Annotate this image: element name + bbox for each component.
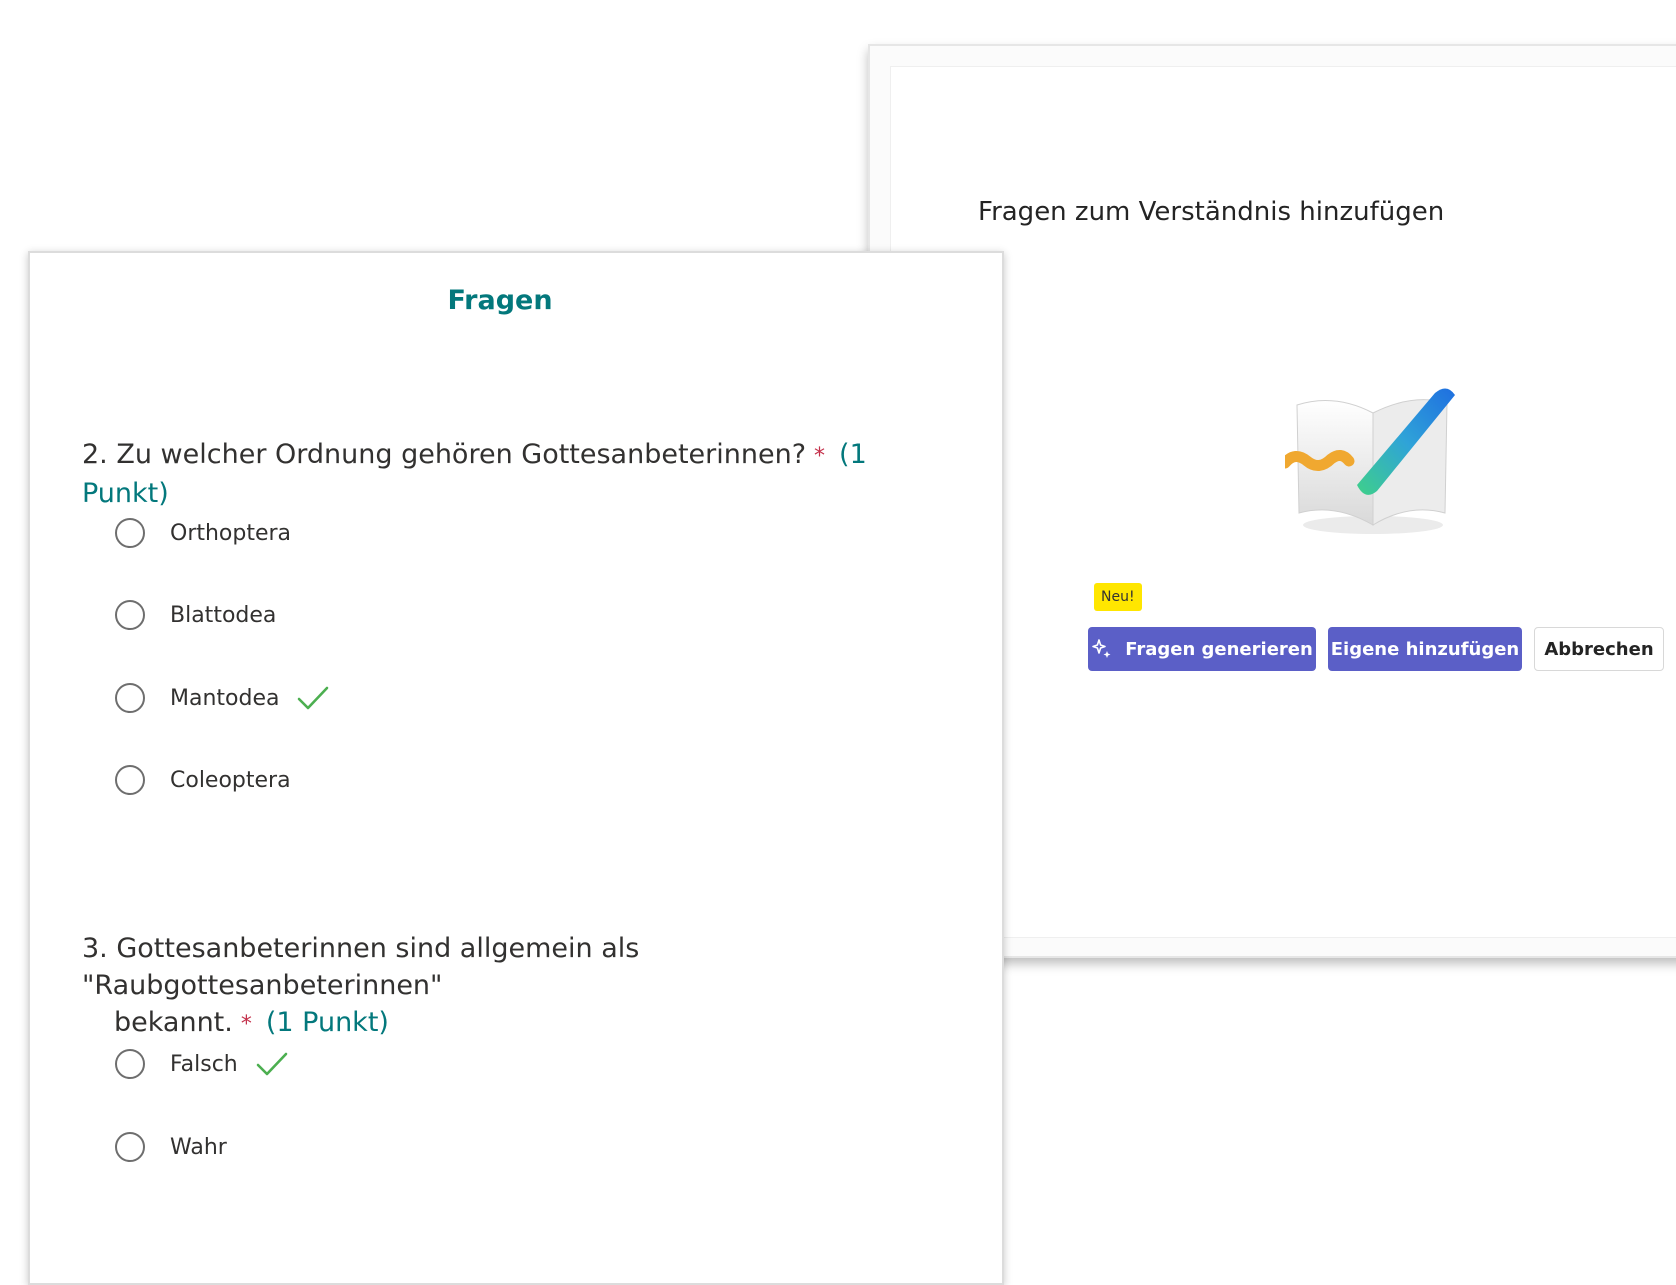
radio-button[interactable]: [115, 1132, 145, 1162]
option-label: Mantodea: [170, 685, 280, 711]
option-wahr[interactable]: Wahr: [115, 1129, 227, 1165]
option-orthoptera[interactable]: Orthoptera: [115, 515, 291, 551]
required-marker: *: [240, 1012, 252, 1037]
radio-button[interactable]: [115, 518, 145, 548]
option-label: Orthoptera: [170, 520, 292, 546]
question-number: 3.: [82, 933, 108, 964]
option-label: Wahr: [170, 1134, 227, 1160]
option-coleoptera[interactable]: Coleoptera: [115, 762, 291, 798]
option-label: Coleoptera: [170, 767, 291, 793]
option-blattodea[interactable]: Blattodea: [115, 597, 276, 633]
question-3: 3. Gottesanbeterinnen sind allgemein als…: [82, 930, 942, 1043]
generate-questions-button[interactable]: Fragen generieren: [1088, 627, 1316, 671]
question-text-line1: Gottesanbeterinnen sind allgemein als "R…: [82, 933, 640, 1001]
dialog-content: Fragen zum Verständnis hinzufügen: [890, 66, 1676, 938]
generate-questions-label: Fragen generieren: [1125, 638, 1313, 660]
cancel-button[interactable]: Abbrechen: [1534, 627, 1664, 671]
checkmark-icon: [256, 1051, 288, 1077]
question-text-line2: bekannt.: [114, 1007, 233, 1038]
book-pen-illustration: [1285, 388, 1455, 534]
required-marker: *: [814, 444, 826, 469]
option-label: Blattodea: [170, 602, 277, 628]
radio-button[interactable]: [115, 683, 145, 713]
radio-button[interactable]: [115, 600, 145, 630]
radio-button[interactable]: [115, 1049, 145, 1079]
question-2: 2. Zu welcher Ordnung gehören Gottesanbe…: [82, 436, 942, 512]
option-label: Falsch: [170, 1051, 238, 1077]
sparkle-icon: [1091, 638, 1113, 660]
checkmark-icon: [297, 685, 329, 711]
dialog-title: Fragen zum Verständnis hinzufügen: [978, 197, 1445, 227]
section-title: Fragen: [447, 285, 553, 316]
question-text: Zu welcher Ordnung gehören Gottesanbeter…: [116, 439, 807, 470]
radio-button[interactable]: [115, 765, 145, 795]
new-badge: Neu!: [1094, 583, 1142, 611]
question-points: (1 Punkt): [265, 1007, 389, 1038]
option-mantodea[interactable]: Mantodea: [115, 680, 329, 716]
option-falsch[interactable]: Falsch: [115, 1046, 288, 1082]
add-own-button[interactable]: Eigene hinzufügen: [1328, 627, 1522, 671]
question-number: 2.: [82, 439, 108, 470]
